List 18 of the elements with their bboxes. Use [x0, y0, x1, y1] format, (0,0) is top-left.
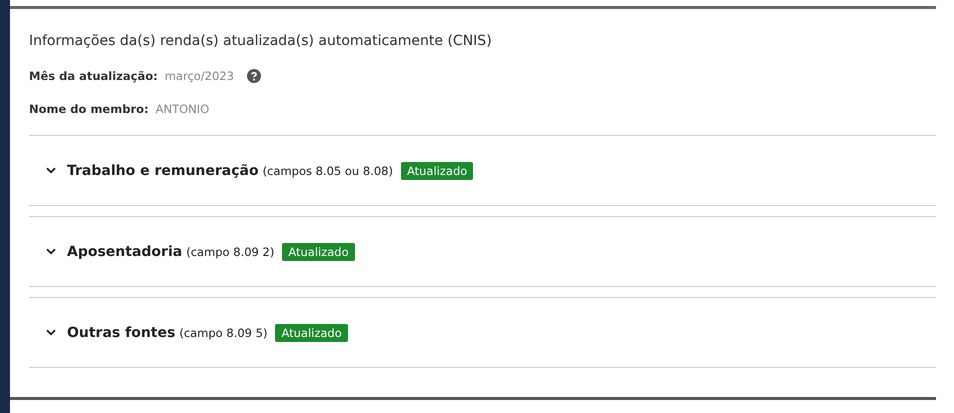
dialog-title: Informações da(s) renda(s) atualizada(s) automaticamente (CNIS)	[29, 33, 493, 49]
section-note: (campo 8.09 5)	[179, 326, 268, 340]
section-title[interactable]: Aposentadoria	[67, 244, 182, 260]
field-label: Nome do membro:	[29, 102, 149, 116]
field-label: Mês da atualização:	[29, 69, 158, 83]
section-note: (campos 8.05 ou 8.08)	[262, 164, 393, 178]
field-value: março/2023	[164, 69, 234, 83]
help-icon[interactable]	[246, 69, 261, 83]
chevron-down-icon[interactable]	[46, 167, 56, 174]
field-value: ANTONIO	[156, 102, 210, 116]
status-badge: Atualizado	[275, 324, 348, 342]
chevron-down-icon[interactable]	[46, 248, 56, 255]
status-badge: Atualizado	[282, 242, 355, 260]
status-badge: Atualizado	[400, 162, 474, 180]
chevron-down-icon[interactable]	[46, 329, 56, 336]
section-title[interactable]: Trabalho e remuneração	[67, 162, 259, 178]
section-title[interactable]: Outras fontes	[67, 324, 176, 340]
section-note: (campo 8.09 2)	[186, 244, 274, 258]
